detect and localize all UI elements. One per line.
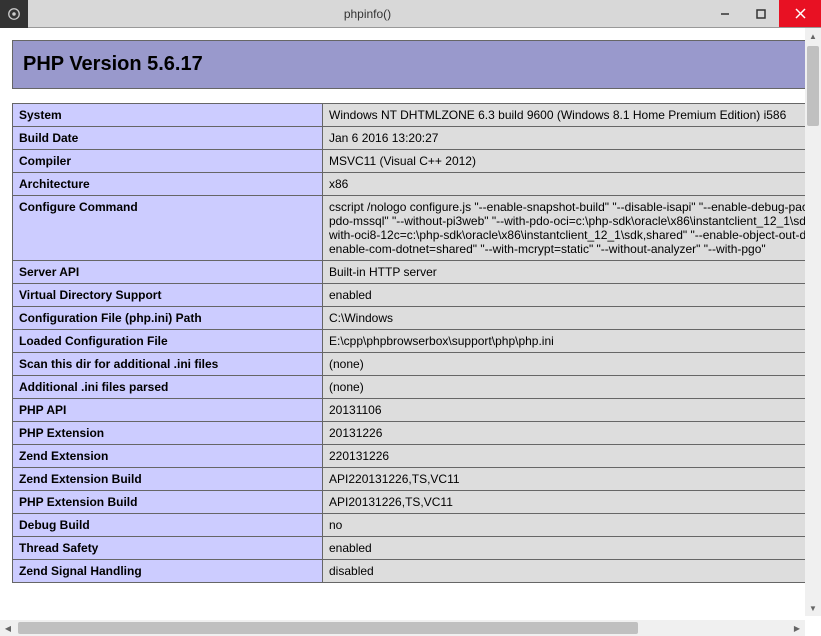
table-row: Thread Safetyenabled <box>13 537 821 560</box>
window-controls <box>707 0 821 27</box>
config-value: x86 <box>323 173 821 196</box>
minimize-button[interactable] <box>707 0 743 27</box>
scroll-down-icon[interactable]: ▼ <box>805 600 821 616</box>
config-label: Zend Extension <box>13 445 323 468</box>
config-label: PHP API <box>13 399 323 422</box>
config-label: Loaded Configuration File <box>13 330 323 353</box>
config-label: Server API <box>13 261 323 284</box>
config-label: Additional .ini files parsed <box>13 376 323 399</box>
php-info-table: SystemWindows NT DHTMLZONE 6.3 build 960… <box>12 103 821 583</box>
maximize-button[interactable] <box>743 0 779 27</box>
config-label: Thread Safety <box>13 537 323 560</box>
horizontal-scrollbar-thumb[interactable] <box>18 622 638 634</box>
table-row: Additional .ini files parsed(none) <box>13 376 821 399</box>
config-label: Virtual Directory Support <box>13 284 323 307</box>
config-value: cscript /nologo configure.js "--enable-s… <box>323 196 821 261</box>
config-value: enabled <box>323 284 821 307</box>
config-label: Zend Signal Handling <box>13 560 323 583</box>
scroll-up-icon[interactable]: ▲ <box>805 28 821 44</box>
content-area: PHP Version 5.6.17 SystemWindows NT DHTM… <box>0 28 821 636</box>
config-value: disabled <box>323 560 821 583</box>
window-titlebar: phpinfo() <box>0 0 821 28</box>
minimize-icon <box>720 9 730 19</box>
config-value: Jan 6 2016 13:20:27 <box>323 127 821 150</box>
scroll-left-icon[interactable]: ◀ <box>0 620 16 636</box>
config-value: 20131106 <box>323 399 821 422</box>
table-row: CompilerMSVC11 (Visual C++ 2012) <box>13 150 821 173</box>
table-row: Virtual Directory Supportenabled <box>13 284 821 307</box>
table-row: PHP Extension BuildAPI20131226,TS,VC11 <box>13 491 821 514</box>
config-value: no <box>323 514 821 537</box>
horizontal-scrollbar[interactable]: ◀ ▶ <box>0 620 805 636</box>
maximize-icon <box>756 9 766 19</box>
page-title: PHP Version 5.6.17 <box>23 53 821 76</box>
config-value: API220131226,TS,VC11 <box>323 468 821 491</box>
config-label: PHP Extension Build <box>13 491 323 514</box>
scroll-right-icon[interactable]: ▶ <box>789 620 805 636</box>
window-title: phpinfo() <box>28 7 707 21</box>
table-row: Loaded Configuration FileE:\cpp\phpbrows… <box>13 330 821 353</box>
config-value: C:\Windows <box>323 307 821 330</box>
config-label: Architecture <box>13 173 323 196</box>
config-value: Windows NT DHTMLZONE 6.3 build 9600 (Win… <box>323 104 821 127</box>
config-label: PHP Extension <box>13 422 323 445</box>
table-row: Zend Extension BuildAPI220131226,TS,VC11 <box>13 468 821 491</box>
config-value: MSVC11 (Visual C++ 2012) <box>323 150 821 173</box>
table-row: Zend Extension220131226 <box>13 445 821 468</box>
close-button[interactable] <box>779 0 821 27</box>
table-row: Build DateJan 6 2016 13:20:27 <box>13 127 821 150</box>
config-label: Configuration File (php.ini) Path <box>13 307 323 330</box>
table-row: Server APIBuilt-in HTTP server <box>13 261 821 284</box>
table-row: Architecturex86 <box>13 173 821 196</box>
table-row: SystemWindows NT DHTMLZONE 6.3 build 960… <box>13 104 821 127</box>
php-version-header: PHP Version 5.6.17 <box>12 40 821 89</box>
config-value: enabled <box>323 537 821 560</box>
config-value: E:\cpp\phpbrowserbox\support\php\php.ini <box>323 330 821 353</box>
close-icon <box>795 8 806 19</box>
config-label: Build Date <box>13 127 323 150</box>
config-value: Built-in HTTP server <box>323 261 821 284</box>
config-label: Compiler <box>13 150 323 173</box>
vertical-scrollbar[interactable]: ▲ ▼ <box>805 28 821 616</box>
table-row: Zend Signal Handlingdisabled <box>13 560 821 583</box>
table-row: Scan this dir for additional .ini files(… <box>13 353 821 376</box>
app-icon <box>0 0 28 28</box>
table-row: Debug Buildno <box>13 514 821 537</box>
config-value: (none) <box>323 353 821 376</box>
table-row: PHP API20131106 <box>13 399 821 422</box>
config-label: Zend Extension Build <box>13 468 323 491</box>
table-row: Configure Commandcscript /nologo configu… <box>13 196 821 261</box>
config-value: (none) <box>323 376 821 399</box>
config-label: Debug Build <box>13 514 323 537</box>
table-row: PHP Extension20131226 <box>13 422 821 445</box>
config-value: 20131226 <box>323 422 821 445</box>
config-label: Configure Command <box>13 196 323 261</box>
table-row: Configuration File (php.ini) PathC:\Wind… <box>13 307 821 330</box>
config-label: System <box>13 104 323 127</box>
vertical-scrollbar-thumb[interactable] <box>807 46 819 126</box>
config-value: API20131226,TS,VC11 <box>323 491 821 514</box>
config-value: 220131226 <box>323 445 821 468</box>
config-label: Scan this dir for additional .ini files <box>13 353 323 376</box>
